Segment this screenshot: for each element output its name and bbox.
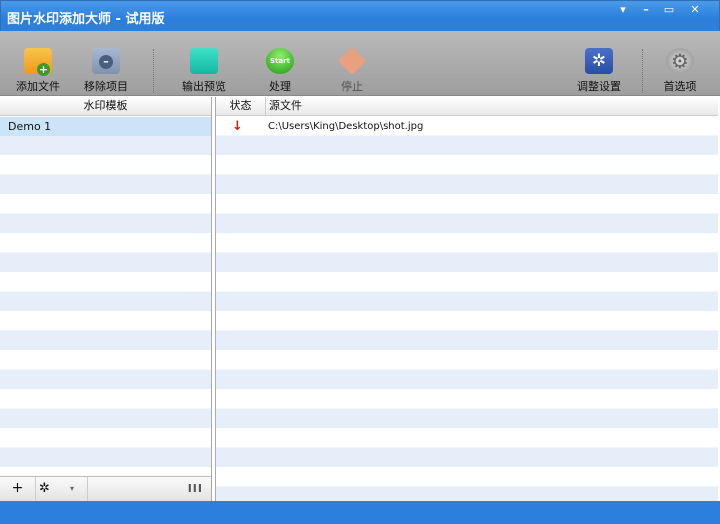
process-label: 处理: [269, 80, 291, 93]
stop-icon: [337, 46, 367, 76]
divider: [642, 49, 643, 93]
columns-icon[interactable]: III: [188, 477, 203, 500]
adjust-settings-label: 调整设置: [577, 80, 621, 93]
template-panel: 水印模板 Demo 1 + ✲ ▾ III: [0, 97, 212, 501]
maximize-button[interactable]: ▭: [658, 3, 680, 17]
gear-icon: ✲: [585, 48, 613, 74]
source-column-header[interactable]: 源文件: [269, 97, 302, 115]
remove-item-label: 移除项目: [84, 80, 128, 93]
folder-add-icon: +: [24, 48, 52, 76]
preferences-gear-icon: ⚙: [666, 48, 694, 74]
adjust-settings-button[interactable]: ✲ 调整设置: [567, 48, 631, 94]
add-file-label: 添加文件: [16, 80, 60, 93]
preview-icon: [190, 48, 218, 74]
file-row[interactable]: ↓ C:\Users\King\Desktop\shot.jpg: [216, 117, 718, 136]
window-title: 图片水印添加大师 - 试用版: [7, 12, 165, 27]
start-icon: Start: [266, 48, 294, 74]
template-header: 水印模板: [0, 97, 211, 116]
file-list-panel: 状态 源文件 ↓ C:\Users\King\Desktop\shot.jpg: [215, 97, 718, 501]
process-button[interactable]: Start 处理: [248, 48, 312, 94]
status-pending-icon: ↓: [232, 119, 243, 134]
status-column-header[interactable]: 状态: [216, 97, 266, 115]
divider: [153, 49, 154, 93]
status-bar: [0, 501, 720, 524]
output-preview-button[interactable]: 输出预览: [172, 48, 236, 94]
file-path: C:\Users\King\Desktop\shot.jpg: [268, 121, 424, 132]
template-toolbar: + ✲ ▾ III: [0, 476, 211, 501]
menu-dropdown-icon[interactable]: ▾: [612, 3, 634, 17]
folder-remove-icon: –: [92, 48, 120, 74]
preferences-label: 首选项: [663, 80, 697, 93]
close-button[interactable]: ✕: [684, 3, 706, 17]
remove-item-button[interactable]: – 移除项目: [74, 48, 138, 94]
divider: [87, 477, 88, 501]
settings-dropdown-icon[interactable]: ▾: [70, 477, 74, 500]
stop-button[interactable]: 停止: [320, 46, 384, 94]
preferences-button[interactable]: ⚙ 首选项: [648, 48, 712, 94]
output-preview-label: 输出预览: [182, 80, 226, 93]
template-list: [0, 116, 211, 476]
template-settings-icon[interactable]: ✲: [39, 477, 50, 500]
file-list-header: 状态 源文件: [216, 97, 718, 116]
title-bar: 图片水印添加大师 - 试用版 ▾ – ▭ ✕: [0, 0, 720, 31]
minimize-button[interactable]: –: [635, 3, 657, 17]
add-file-button[interactable]: + 添加文件: [6, 48, 70, 94]
add-template-button[interactable]: +: [0, 477, 36, 501]
stop-label: 停止: [341, 80, 363, 93]
toolbar: + 添加文件 – 移除项目 输出预览 Start 处理 停止 ✲ 调整设置 ⚙ 首选项: [0, 31, 720, 96]
template-item[interactable]: Demo 1: [0, 117, 211, 136]
file-list: [216, 116, 718, 501]
